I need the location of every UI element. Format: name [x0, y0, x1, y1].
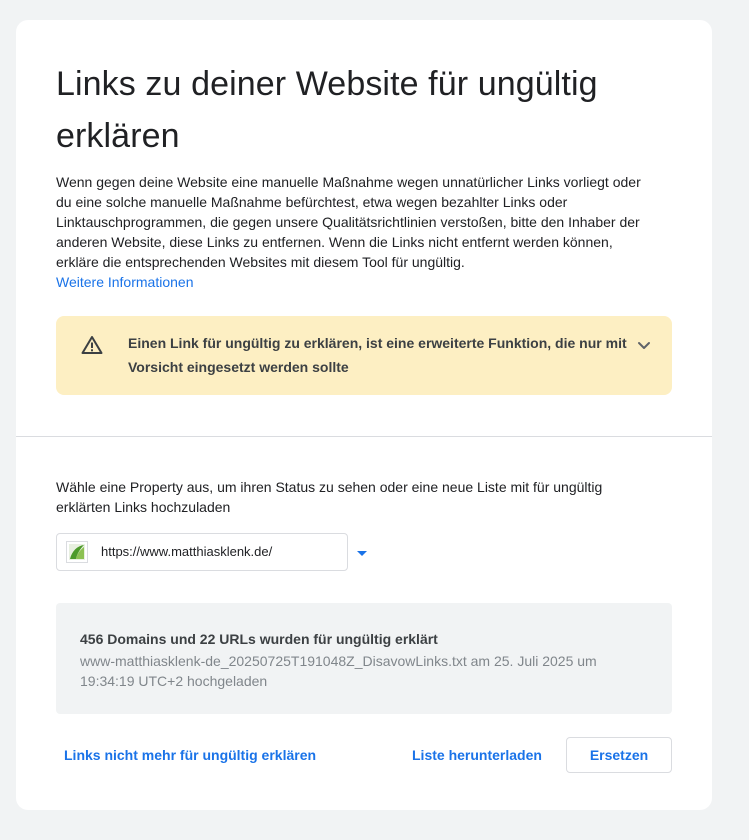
- disavow-card: Links zu deiner Website für ungültig erk…: [16, 20, 712, 810]
- intro-text: Wenn gegen deine Website eine manuelle M…: [56, 174, 641, 270]
- disavow-status-panel: 456 Domains und 22 URLs wurden für ungül…: [56, 603, 672, 714]
- warning-triangle-icon: [81, 336, 103, 354]
- warning-banner[interactable]: Einen Link für ungültig zu erklären, ist…: [56, 316, 672, 395]
- warning-text: Einen Link für ungültig zu erklären, ist…: [128, 335, 627, 375]
- property-select-value: https://www.matthiasklenk.de/: [101, 544, 273, 559]
- undo-disavow-button[interactable]: Links nicht mehr für ungültig erklären: [64, 737, 316, 773]
- page-title: Links zu deiner Website für ungültig erk…: [56, 65, 598, 155]
- intro-paragraph: Wenn gegen deine Website eine manuelle M…: [56, 172, 656, 292]
- download-list-button[interactable]: Liste herunterladen: [412, 737, 542, 773]
- status-summary: 456 Domains und 22 URLs wurden für ungül…: [80, 631, 438, 647]
- status-upload-detail: www-matthiasklenk-de_20250725T191048Z_Di…: [80, 653, 597, 689]
- property-prompt: Wähle eine Property aus, um ihren Status…: [56, 479, 603, 515]
- property-select[interactable]: https://www.matthiasklenk.de/: [56, 533, 367, 571]
- chevron-down-icon[interactable]: [632, 333, 656, 357]
- caret-down-icon: [357, 551, 367, 556]
- site-favicon-icon: [66, 541, 88, 563]
- learn-more-link[interactable]: Weitere Informationen: [56, 274, 193, 290]
- section-divider: [16, 436, 712, 437]
- replace-button[interactable]: Ersetzen: [566, 737, 672, 773]
